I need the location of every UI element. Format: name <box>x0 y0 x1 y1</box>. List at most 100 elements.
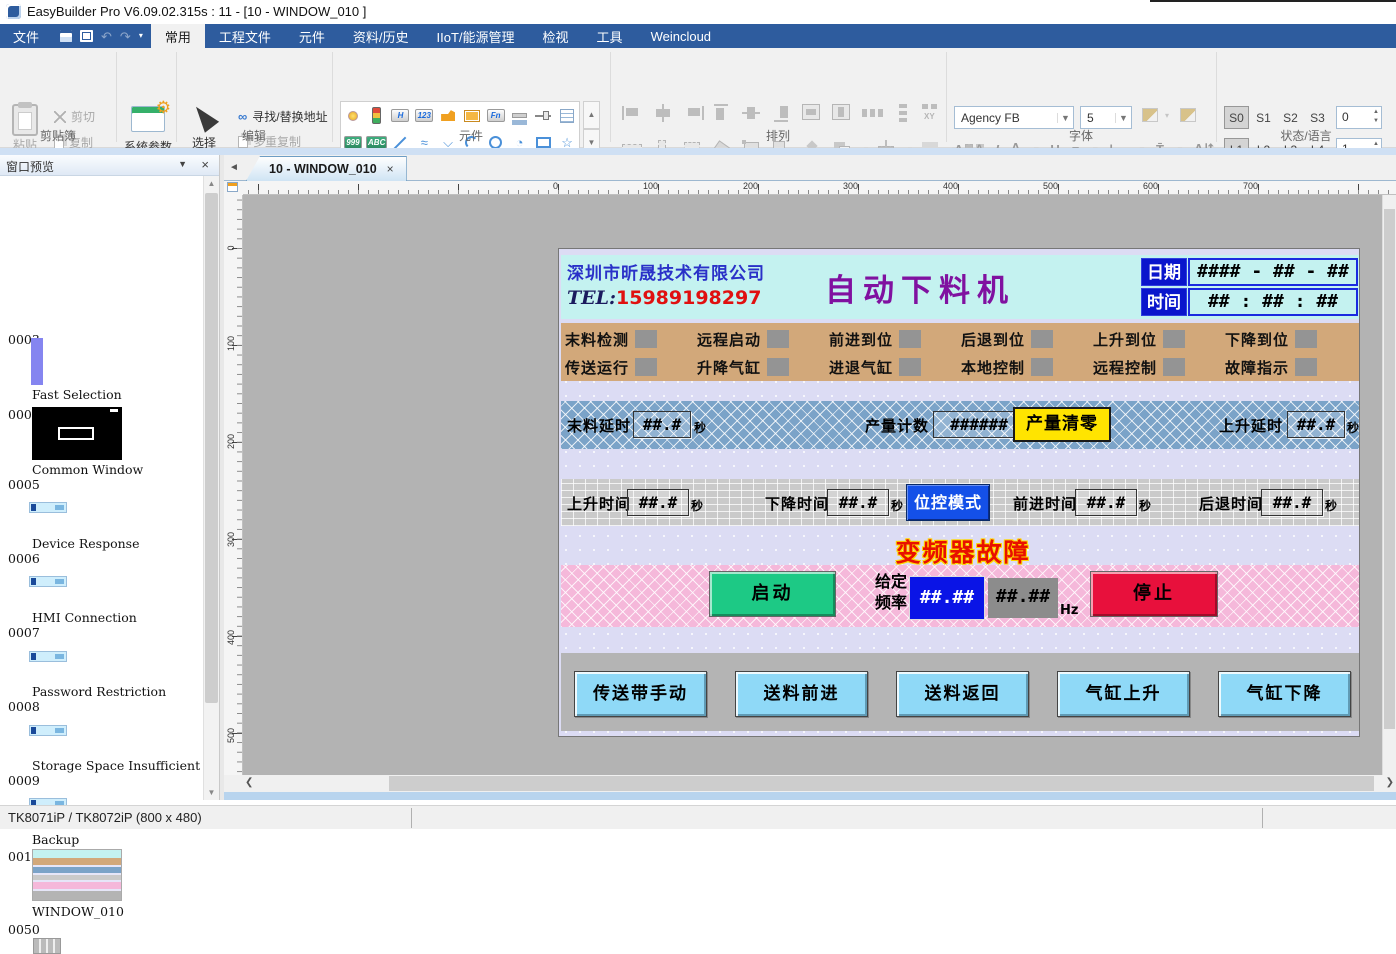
align-left-icon[interactable] <box>622 104 644 122</box>
layers-icon[interactable] <box>512 113 527 118</box>
tab-tool[interactable]: 工具 <box>583 24 637 48</box>
state-s1-button[interactable]: S1 <box>1251 106 1276 129</box>
window-thumbnail-fast-selection[interactable] <box>31 338 43 385</box>
tab-weincloud[interactable]: Weincloud <box>637 24 725 48</box>
h-scroll-left-icon[interactable]: ❮ <box>245 777 253 788</box>
panel-dropdown-icon[interactable]: ▼ <box>178 159 187 169</box>
conveyor-manual-button[interactable]: 传送带手动 <box>574 671 707 717</box>
indicator-lamp[interactable] <box>767 330 789 348</box>
feed-delay-value[interactable]: ##.# <box>633 411 691 438</box>
state-spinner[interactable]: 0 ▲▼ <box>1336 106 1382 129</box>
function-key-icon[interactable] <box>464 110 480 122</box>
window-thumbnail-window-010[interactable] <box>32 849 122 901</box>
design-canvas[interactable]: 深圳市昕晟技术有限公司 TEL:15989198297 自动下料机 日期 ###… <box>243 195 1396 775</box>
state-s2-button[interactable]: S2 <box>1278 106 1303 129</box>
rise-time-value[interactable]: ##.# <box>627 489 689 516</box>
hmi-window-010[interactable]: 深圳市昕晟技术有限公司 TEL:15989198297 自动下料机 日期 ###… <box>558 248 1360 737</box>
redo-icon[interactable]: ↷ <box>120 30 131 43</box>
font-family-combobox[interactable]: Agency FB ▼ <box>954 106 1074 129</box>
scroll-up-icon[interactable]: ▲ <box>204 176 219 191</box>
slider-icon[interactable] <box>535 115 551 117</box>
set-bit-button-icon[interactable]: H <box>391 109 409 122</box>
state-s0-button[interactable]: S0 <box>1224 106 1249 129</box>
tab-home[interactable]: 常用 <box>151 24 205 48</box>
window-thumbnail-device-response[interactable] <box>29 502 67 513</box>
indicator-lamp[interactable] <box>635 358 657 376</box>
preview-item-name[interactable]: Password Restriction <box>32 684 166 699</box>
align-right-icon[interactable] <box>682 104 704 122</box>
align-bottom-icon[interactable] <box>772 104 794 122</box>
indicator-lamp[interactable] <box>899 330 921 348</box>
format-painter-button[interactable]: ▾ <box>1142 108 1196 122</box>
find-replace-address-button[interactable]: ∞ 寻找/替换地址 <box>238 108 328 125</box>
save-icon[interactable] <box>60 30 72 42</box>
export-icon[interactable] <box>80 30 93 42</box>
production-count-value[interactable]: ###### <box>933 411 1025 438</box>
clear-production-button[interactable]: 产量清零 <box>1013 407 1111 442</box>
scroll-down-icon[interactable]: ▼ <box>204 785 219 800</box>
distribute-v-icon[interactable] <box>892 104 914 122</box>
preview-item-name[interactable]: Fast Selection <box>32 387 122 402</box>
position-mode-button[interactable]: 位控模式 <box>906 484 990 521</box>
preview-item-name[interactable]: Storage Space Insufficient <box>32 758 200 773</box>
window-thumbnail-password-restriction[interactable] <box>29 651 67 662</box>
state-spinner-arrows[interactable]: ▲▼ <box>1373 108 1379 126</box>
fit-height-icon[interactable] <box>832 104 854 122</box>
indicator-lamp[interactable] <box>767 358 789 376</box>
window-thumbnail-keypad[interactable] <box>33 938 61 954</box>
cylinder-down-button[interactable]: 气缸下降 <box>1218 671 1351 717</box>
menu-file[interactable]: 文件 <box>0 24 52 48</box>
preview-panel-scrollbar[interactable]: ▲ ▼ <box>203 176 219 800</box>
h-scroll-right-icon[interactable]: ❯ <box>1386 777 1394 788</box>
indicator-lamp[interactable] <box>899 358 921 376</box>
indicator-lamp[interactable] <box>1295 330 1317 348</box>
forward-time-value[interactable]: ##.# <box>1075 489 1137 516</box>
font-size-combobox[interactable]: 5 ▼ <box>1080 106 1132 129</box>
preview-item-name[interactable]: Device Response <box>32 536 139 551</box>
indicator-lamp[interactable] <box>1295 358 1317 376</box>
apply-format-icon[interactable] <box>1180 108 1196 122</box>
set-frequency-value[interactable]: ##.## <box>909 576 985 620</box>
word-lamp-icon[interactable] <box>372 107 381 124</box>
preview-item-name[interactable]: WINDOW_010 <box>32 904 124 919</box>
tab-scroll-left-icon[interactable]: ◄ <box>229 162 239 173</box>
item-list-icon[interactable] <box>560 109 574 123</box>
document-tab-close-icon[interactable]: × <box>387 162 394 176</box>
document-tab[interactable]: 10 - WINDOW_010 × <box>246 156 407 181</box>
back-time-value[interactable]: ##.# <box>1261 489 1323 516</box>
start-button[interactable]: 启动 <box>709 571 836 617</box>
align-center-icon[interactable] <box>652 104 674 122</box>
font-family-dropdown-icon[interactable]: ▼ <box>1057 113 1073 123</box>
feed-return-button[interactable]: 送料返回 <box>896 671 1029 717</box>
distribute-h-icon[interactable] <box>862 104 884 122</box>
preview-item-name[interactable]: Backup <box>32 832 79 847</box>
objects-scroll-up-icon[interactable]: ▲ <box>583 101 600 129</box>
window-thumbnail-storage-space[interactable] <box>29 725 67 736</box>
bit-lamp-icon[interactable] <box>348 111 358 121</box>
rise-delay-value[interactable]: ##.# <box>1287 411 1345 438</box>
canvas-vertical-scrollbar[interactable] <box>1382 195 1396 775</box>
align-top-icon[interactable] <box>712 104 734 122</box>
h-scrollbar-thumb[interactable] <box>389 776 1374 791</box>
customize-toolbar-icon[interactable]: ▾ <box>139 32 143 40</box>
format-painter-dropdown-icon[interactable]: ▾ <box>1165 111 1169 120</box>
fit-width-icon[interactable] <box>802 104 824 122</box>
xy-position-icon[interactable]: XY <box>922 104 944 122</box>
tab-data-history[interactable]: 资料/历史 <box>339 24 423 48</box>
preview-item-name[interactable]: Common Window <box>32 462 143 477</box>
tag-icon[interactable] <box>441 110 455 121</box>
undo-icon[interactable]: ↶ <box>101 30 112 43</box>
indicator-lamp[interactable] <box>1163 358 1185 376</box>
tab-view[interactable]: 检视 <box>529 24 583 48</box>
canvas-horizontal-scrollbar[interactable]: ❮ ❯ <box>243 775 1396 792</box>
indicator-lamp[interactable] <box>1163 330 1185 348</box>
cylinder-up-button[interactable]: 气缸上升 <box>1057 671 1190 717</box>
set-word-button-icon[interactable]: 123 <box>415 109 433 122</box>
fall-time-value[interactable]: ##.# <box>827 489 889 516</box>
window-thumbnail-hmi-connection[interactable] <box>29 576 67 587</box>
indicator-lamp[interactable] <box>635 330 657 348</box>
tab-object[interactable]: 元件 <box>285 24 339 48</box>
feed-forward-button[interactable]: 送料前进 <box>735 671 868 717</box>
panel-close-icon[interactable]: × <box>201 157 209 172</box>
v-scrollbar-thumb[interactable] <box>1384 209 1395 729</box>
